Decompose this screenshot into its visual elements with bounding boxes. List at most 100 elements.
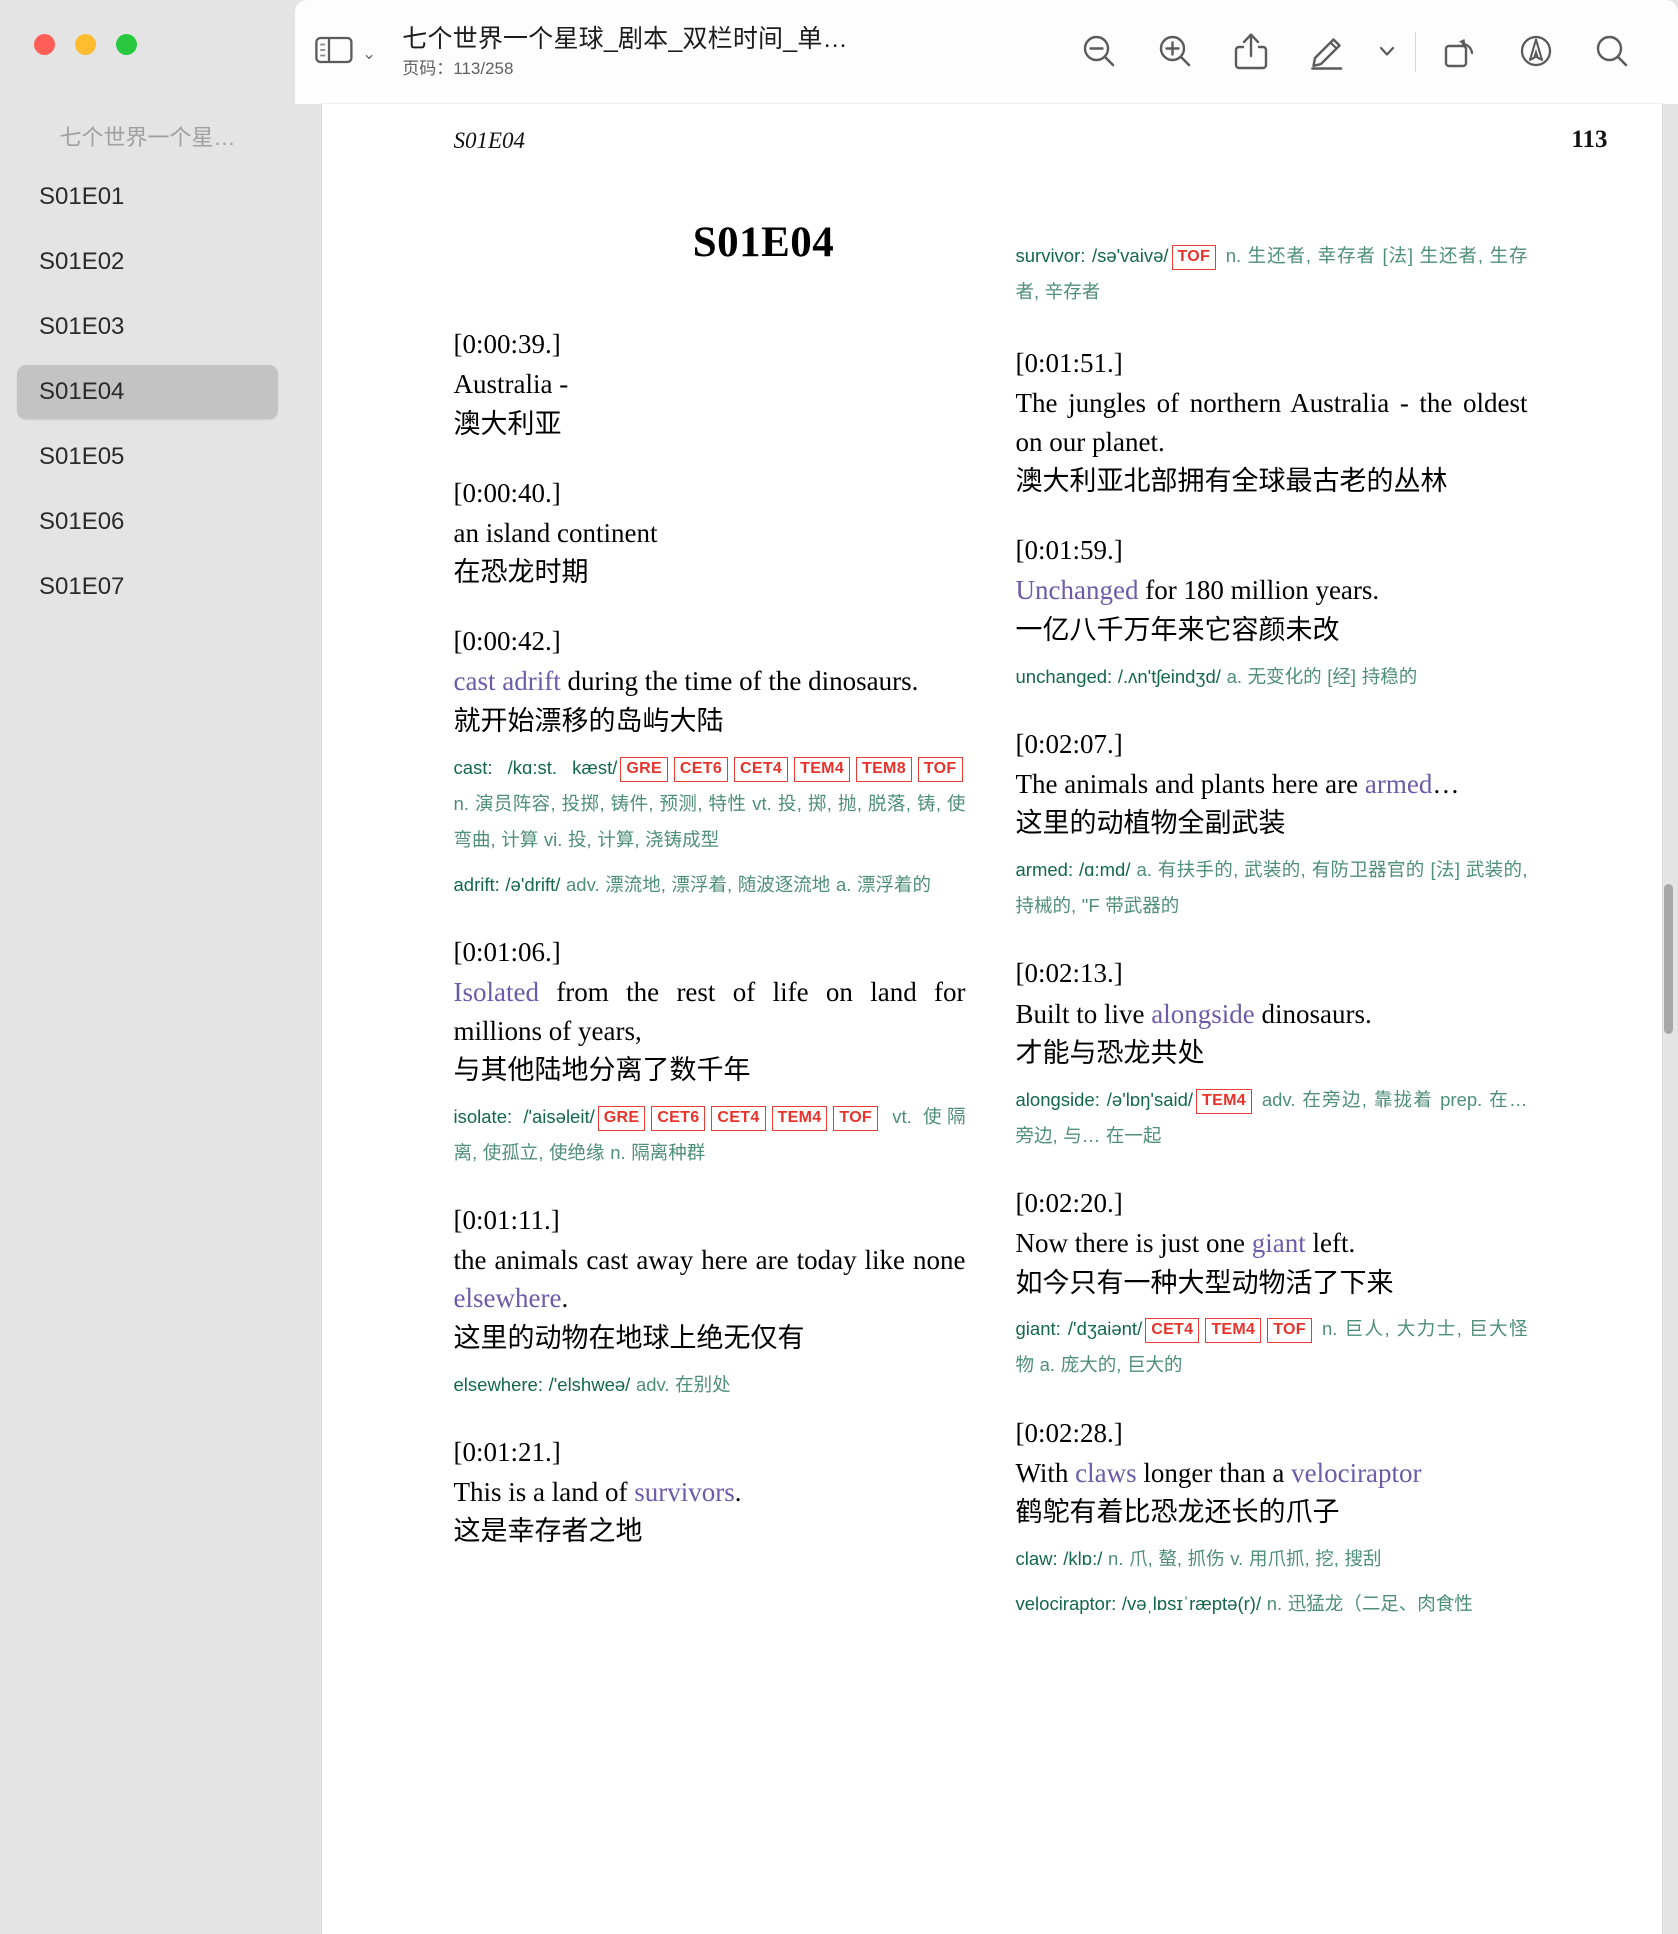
chinese-line: 与其他陆地分离了数千年 xyxy=(453,1054,751,1085)
english-text: Now there is just one xyxy=(1015,1228,1252,1259)
close-window-button[interactable] xyxy=(34,34,55,55)
english-line: Now there is just one giant left. xyxy=(1016,1224,1528,1262)
highlighted-word[interactable]: claws xyxy=(1075,1458,1136,1488)
highlighted-word[interactable]: survivors xyxy=(634,1477,735,1507)
maximize-window-button[interactable] xyxy=(116,34,137,55)
dictionary-entry: unchanged: /.ʌn'tʃeindʒd/ a. 无变化的 [经] 持稳… xyxy=(1016,659,1528,695)
sidebar-item-label: S01E02 xyxy=(39,248,125,275)
dictionary-entry: armed: /ɑ:md/ a. 有扶手的, 武装的, 有防卫器官的 [法] 武… xyxy=(1016,852,1528,924)
zoom-in-button[interactable] xyxy=(1137,14,1213,90)
chinese-line: 就开始漂移的岛屿大陆 xyxy=(453,705,724,736)
chinese-line: 澳大利亚 xyxy=(453,408,562,439)
highlighted-word[interactable]: cast adrift xyxy=(454,666,561,696)
highlighted-word[interactable]: giant xyxy=(1252,1228,1306,1258)
share-button[interactable] xyxy=(1213,14,1289,90)
english-text: dinosaurs. xyxy=(1254,998,1372,1029)
english-line: The animals and plants here are armed… xyxy=(1016,765,1528,803)
english-line: Australia - xyxy=(453,369,569,400)
dict-ipa: /ə'lɒŋ'said/ xyxy=(1106,1088,1194,1110)
subtitle-entry: [0:01:11.] the animals cast away here ar… xyxy=(454,1201,966,1403)
dictionary-entry: velociraptor: /vəˌlɒsɪˈræptə(r)/ n. 迅猛龙（… xyxy=(1016,1586,1528,1622)
timestamp: [0:00:39.] xyxy=(453,329,561,359)
english-text: . xyxy=(734,1477,742,1508)
english-text: With xyxy=(1015,1457,1076,1488)
exam-tag: GRE xyxy=(620,756,668,782)
dict-word: claw: xyxy=(1015,1548,1058,1570)
dict-ipa: /klɒ:/ xyxy=(1063,1548,1103,1570)
timestamp: [0:01:11.] xyxy=(453,1204,560,1235)
dict-word: giant: xyxy=(1015,1318,1061,1340)
exam-tag: TOF xyxy=(833,1105,879,1131)
sidebar: 七个世界一个星… S01E01 S01E02 S01E03 S01E04 S01… xyxy=(0,104,295,1934)
dictionary-entry: giant: /'dʒaiənt/CET4 TEM4 TOF n. 巨人, 大力士,… xyxy=(1016,1311,1528,1383)
chinese-line: 一亿八千万年来它容颜未改 xyxy=(1015,614,1340,645)
sidebar-title: 七个世界一个星… xyxy=(59,125,236,150)
subtitle-entry: [0:01:51.] The jungles of northern Austr… xyxy=(1016,344,1528,501)
dictionary-entry: alongside: /ə'lɒŋ'said/TEM4 adv. 在旁边, 靠拢… xyxy=(1016,1082,1528,1154)
exam-tag: TOF xyxy=(1267,1318,1312,1344)
sidebar-item-s01e06[interactable]: S01E06 xyxy=(17,495,278,549)
dict-definition: n. 迅猛龙（二足、肉食性 xyxy=(1266,1593,1473,1615)
highlighted-word[interactable]: velociraptor xyxy=(1291,1458,1421,1488)
english-line: Isolated from the rest of life on land f… xyxy=(454,973,966,1050)
english-text: Built to live xyxy=(1015,998,1152,1029)
sidebar-item-s01e04[interactable]: S01E04 xyxy=(17,365,278,419)
dict-ipa: /.ʌn'tʃeindʒd/ xyxy=(1117,665,1221,687)
timestamp: [0:02:13.] xyxy=(1015,958,1123,989)
markup-button[interactable] xyxy=(1289,14,1365,90)
sidebar-item-s01e02[interactable]: S01E02 xyxy=(17,235,278,289)
english-text: left. xyxy=(1305,1228,1356,1259)
timestamp: [0:01:51.] xyxy=(1015,348,1123,379)
exam-tag: TEM8 xyxy=(856,756,912,782)
sidebar-toggle-button[interactable]: ⌄ xyxy=(315,35,376,70)
subtitle-entry: [0:02:28.] With claws longer than a velo… xyxy=(1016,1414,1528,1623)
sidebar-item-s01e05[interactable]: S01E05 xyxy=(17,430,278,484)
dict-ipa: /ɑ:md/ xyxy=(1079,859,1131,881)
chinese-line: 如今只有一种大型动物活了下来 xyxy=(1015,1267,1394,1298)
zoom-out-button[interactable] xyxy=(1061,14,1137,90)
rotate-button[interactable] xyxy=(1422,14,1498,90)
search-button[interactable] xyxy=(1574,14,1650,90)
exam-tag: CET4 xyxy=(711,1105,766,1131)
minimize-window-button[interactable] xyxy=(75,34,96,55)
dict-definition: n. 演员阵容, 投掷, 铸件, 预测, 特性 vt. 投, 掷, 抛, 脱落,… xyxy=(453,792,966,850)
sidebar-item-label: S01E01 xyxy=(39,183,125,210)
dict-word: velociraptor: xyxy=(1015,1593,1117,1615)
highlighted-word[interactable]: elsewhere xyxy=(454,1283,562,1313)
exam-tag: CET4 xyxy=(734,756,789,782)
dict-definition: adv. 在别处 xyxy=(635,1373,731,1395)
english-line: This is a land of survivors. xyxy=(454,1473,966,1511)
dictionary-entry: elsewhere: /'elshweə/ adv. 在别处 xyxy=(454,1367,966,1403)
dict-definition: adv. 漂流地, 漂浮着, 随波逐流地 a. 漂浮着的 xyxy=(566,873,932,895)
highlighted-word[interactable]: alongside xyxy=(1151,999,1254,1029)
page-running-head: S01E04 113 xyxy=(322,104,1662,178)
sidebar-item-s01e03[interactable]: S01E03 xyxy=(17,300,278,354)
page-bottom-space xyxy=(1016,1652,1528,1852)
english-text: longer than a xyxy=(1136,1457,1292,1488)
sidebar-item-s01e07[interactable]: S01E07 xyxy=(17,560,278,614)
annotate-circle-icon xyxy=(1515,30,1557,75)
english-line: cast adrift during the time of the dinos… xyxy=(454,662,966,700)
document-viewer[interactable]: S01E04 113 S01E04 [0:00:39.] Australia -… xyxy=(295,104,1678,1934)
highlighted-word[interactable]: Isolated xyxy=(454,977,539,1007)
dict-word: isolate: xyxy=(453,1105,513,1127)
annotate-button[interactable] xyxy=(1498,14,1574,90)
dict-ipa: /kɑ:st. kæst/ xyxy=(507,756,618,778)
sidebar-list: S01E01 S01E02 S01E03 S01E04 S01E05 S01E0… xyxy=(0,170,295,625)
rotate-left-icon xyxy=(1439,31,1481,74)
highlighted-word[interactable]: Unchanged xyxy=(1016,575,1139,605)
timestamp: [0:02:07.] xyxy=(1015,728,1123,759)
vertical-scrollbar[interactable] xyxy=(1664,884,1673,1034)
page-indicator: 页码：113/258 xyxy=(402,59,514,79)
chinese-line: 这里的动植物全副武装 xyxy=(1015,808,1286,839)
timestamp: [0:01:59.] xyxy=(1015,534,1123,565)
highlighted-word[interactable]: armed xyxy=(1365,769,1432,799)
dict-word: cast: xyxy=(453,756,493,778)
sidebar-item-s01e01[interactable]: S01E01 xyxy=(17,170,278,224)
chevron-down-icon: ⌄ xyxy=(362,43,377,63)
exam-tag: CET6 xyxy=(651,1105,706,1131)
dict-ipa: /vəˌlɒsɪˈræptə(r)/ xyxy=(1121,1593,1262,1615)
markup-dropdown-button[interactable] xyxy=(1365,14,1409,90)
english-line: Unchanged for 180 million years. xyxy=(1016,571,1528,609)
chinese-line: 这里的动物在地球上绝无仅有 xyxy=(453,1322,805,1353)
